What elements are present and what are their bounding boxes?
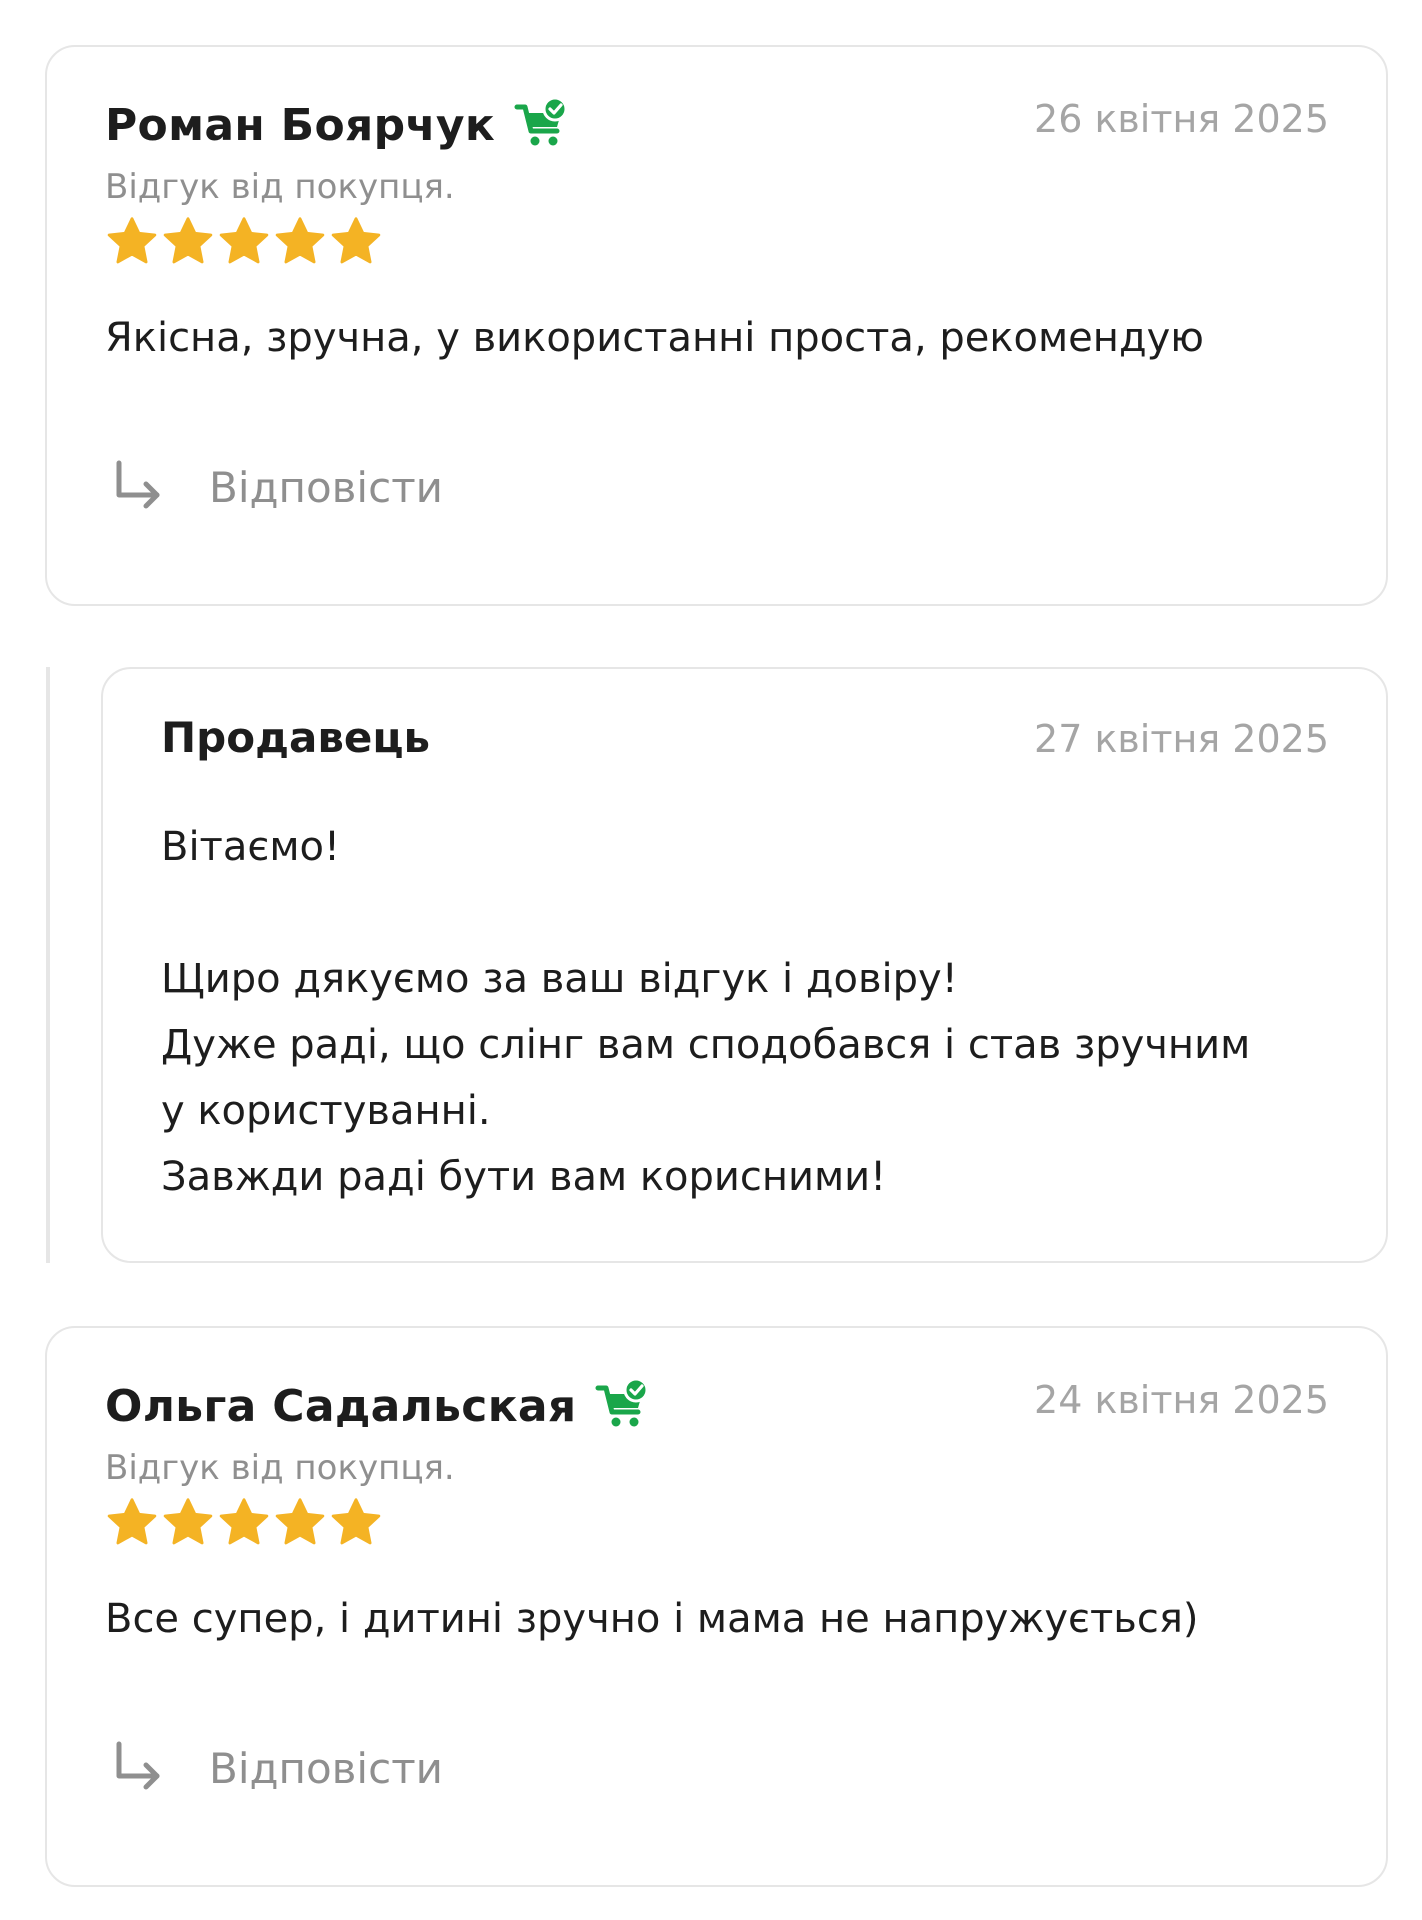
author-row: Роман Боярчук bbox=[105, 89, 573, 161]
review-text: Все супер, і дитині зручно і мама не нап… bbox=[105, 1596, 1199, 1642]
reply-button[interactable]: Відповісти bbox=[105, 447, 443, 527]
seller-reply-text: Вітаємо! Щиро дякуємо за ваш відгук і до… bbox=[161, 814, 1341, 1210]
seller-reply-line: Завжди раді бути вам корисними! bbox=[161, 1154, 887, 1200]
reply-label: Відповісти bbox=[209, 1743, 443, 1793]
seller-reply-blank-line bbox=[161, 880, 1341, 946]
seller-reply-line: Щиро дякуємо за ваш відгук і довіру! bbox=[161, 956, 958, 1002]
buyer-cart-check-icon bbox=[595, 1377, 649, 1427]
review-date: 26 квітня 2025 bbox=[1034, 97, 1329, 141]
reply-thread-line bbox=[46, 667, 50, 1263]
buyer-cart-check-icon bbox=[514, 96, 568, 146]
star-icon bbox=[275, 217, 325, 264]
star-rating bbox=[105, 1496, 383, 1550]
review-text: Якісна, зручна, у використанні проста, р… bbox=[105, 315, 1204, 361]
star-icon bbox=[219, 217, 269, 264]
star-rating bbox=[105, 215, 383, 269]
star-icon bbox=[107, 217, 157, 264]
seller-name: Продавець bbox=[161, 713, 431, 762]
star-icon bbox=[107, 1498, 157, 1545]
seller-reply-line: Вітаємо! bbox=[161, 824, 341, 870]
reply-button[interactable]: Відповісти bbox=[105, 1728, 443, 1808]
reply-arrow-icon bbox=[116, 460, 160, 509]
reply-label: Відповісти bbox=[209, 462, 443, 512]
star-icon bbox=[331, 1498, 381, 1545]
seller-reply-line: у користуванні. bbox=[161, 1088, 491, 1134]
seller-reply-date: 27 квітня 2025 bbox=[1034, 717, 1329, 761]
review-source-label: Відгук від покупця. bbox=[105, 1448, 455, 1488]
star-icon bbox=[163, 217, 213, 264]
star-icon bbox=[275, 1498, 325, 1545]
author-name: Ольга Садальская bbox=[105, 1380, 577, 1432]
star-icon bbox=[163, 1498, 213, 1545]
seller-reply-card: Продавець 27 квітня 2025 Вітаємо! Щиро д… bbox=[101, 667, 1388, 1263]
seller-reply-line: Дуже раді, що слінг вам сподобався і ста… bbox=[161, 1022, 1251, 1068]
review-card: Роман Боярчук 26 квітня 2025 Відгук від … bbox=[45, 45, 1388, 606]
star-icon bbox=[331, 217, 381, 264]
review-date: 24 квітня 2025 bbox=[1034, 1378, 1329, 1422]
reply-arrow-icon bbox=[116, 1741, 160, 1790]
review-card: Ольга Садальская 24 квітня 2025 Відгук в… bbox=[45, 1326, 1388, 1887]
author-name: Роман Боярчук bbox=[105, 99, 496, 151]
star-icon bbox=[219, 1498, 269, 1545]
author-row: Ольга Садальская bbox=[105, 1370, 654, 1442]
review-source-label: Відгук від покупця. bbox=[105, 167, 455, 207]
